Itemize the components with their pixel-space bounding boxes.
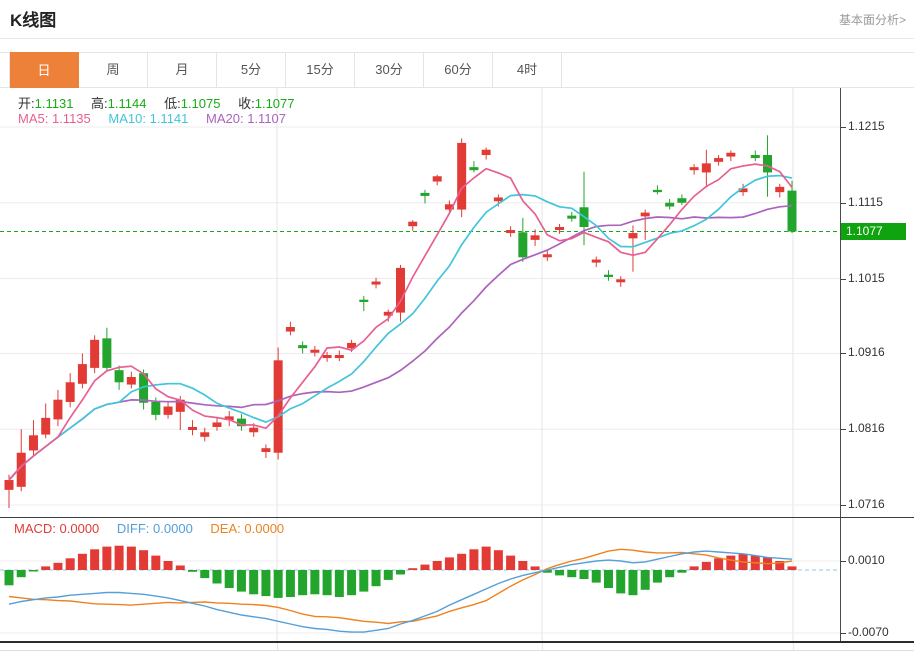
- price-axis-label: 1.1215: [848, 119, 885, 133]
- tab-week[interactable]: 周: [79, 53, 148, 87]
- ohlc-legend: 开:1.1131 高:1.1144 低:1.1075 收:1.1077: [18, 93, 295, 112]
- ma20-legend-item: MA20: 1.1107: [206, 111, 287, 126]
- price-axis-label-tick: [841, 353, 846, 354]
- tab-5min[interactable]: 5分: [217, 53, 286, 87]
- high-value: 1.1144: [107, 96, 147, 111]
- vertical-gridline-stub: [542, 643, 543, 650]
- price-axis-label-tick: [841, 203, 846, 204]
- macd-indicator-chart[interactable]: [0, 518, 914, 641]
- macd-legend: MACD: 0.0000 DIFF: 0.0000 DEA: 0.0000: [14, 521, 284, 536]
- ma10-legend-item: MA10: 1.1141: [108, 111, 189, 126]
- main-candlestick-chart[interactable]: [0, 88, 914, 517]
- last-price-badge: 1.1077: [841, 223, 906, 240]
- vertical-gridline-stub: [277, 643, 278, 650]
- open-label: 开:: [18, 96, 35, 111]
- tab-4hour[interactable]: 4时: [493, 53, 562, 87]
- price-axis-label-tick: [841, 429, 846, 430]
- interval-tabbar: 日 周 月 5分 15分 30分 60分 4时: [0, 52, 914, 88]
- bottom-divider: [0, 650, 914, 651]
- fundamental-analysis-link[interactable]: 基本面分析>: [839, 11, 906, 28]
- tabbar-lead-spacer: [0, 53, 10, 87]
- macd-axis-label: -0.0070: [848, 625, 889, 639]
- price-axis-label: 1.0916: [848, 345, 885, 359]
- price-axis-label: 1.0816: [848, 421, 885, 435]
- macd-axis-label: 0.0010: [848, 553, 885, 567]
- price-axis-label: 1.1015: [848, 271, 885, 285]
- tab-30min[interactable]: 30分: [355, 53, 424, 87]
- tab-day[interactable]: 日: [10, 52, 79, 88]
- ma-legend: MA5: 1.1135 MA10: 1.1141 MA20: 1.1107: [18, 111, 286, 126]
- price-axis-label: 1.1115: [848, 195, 883, 209]
- price-axis-label-tick: [841, 279, 846, 280]
- panel-separator: [0, 517, 914, 518]
- low-value: 1.1075: [180, 96, 221, 111]
- ma5-legend-item: MA5: 1.1135: [18, 111, 91, 126]
- close-label: 收:: [238, 96, 255, 111]
- price-axis-label: 1.0716: [848, 497, 885, 511]
- macd-legend-item: MACD: 0.0000: [14, 521, 100, 536]
- page-title: K线图: [10, 11, 57, 30]
- dea-legend-item: DEA: 0.0000: [210, 521, 285, 536]
- macd-axis-label-tick: [841, 561, 846, 562]
- open-value: 1.1131: [34, 96, 74, 111]
- price-axis-label-tick: [841, 127, 846, 128]
- chart-bottom-border: [0, 641, 914, 643]
- tab-60min[interactable]: 60分: [424, 53, 493, 87]
- tab-15min[interactable]: 15分: [286, 53, 355, 87]
- tab-month[interactable]: 月: [148, 53, 217, 87]
- vertical-gridline-stub: [793, 643, 794, 650]
- diff-legend-item: DIFF: 0.0000: [116, 521, 193, 536]
- high-label: 高:: [91, 96, 108, 111]
- close-value: 1.1077: [254, 96, 295, 111]
- low-label: 低:: [164, 96, 181, 111]
- macd-axis-label-tick: [841, 633, 846, 634]
- price-axis-label-tick: [841, 505, 846, 506]
- title-divider: [0, 38, 914, 39]
